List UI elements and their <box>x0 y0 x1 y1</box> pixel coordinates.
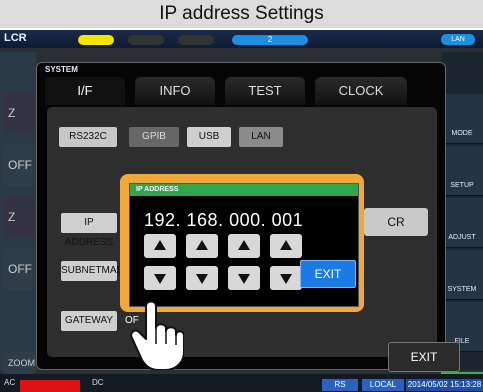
left-button-off-2[interactable]: OFF <box>2 248 36 290</box>
ac-indicator: AC <box>4 378 16 387</box>
arrow-down-icon <box>154 274 166 284</box>
arrow-up-icon <box>196 240 208 250</box>
interface-gpib-button[interactable]: GPIB <box>129 127 179 147</box>
interface-rs232c-button[interactable]: RS232C <box>59 127 117 147</box>
interface-usb-button[interactable]: USB <box>187 127 231 147</box>
left-button-zoom[interactable]: ZOOM <box>2 352 36 374</box>
arrow-up-icon <box>238 240 250 250</box>
left-button-z-2[interactable]: Z <box>2 196 36 238</box>
ip-octet-3-up-button[interactable] <box>228 234 260 258</box>
sidebar-item-system[interactable]: SYSTEM <box>441 250 483 300</box>
tab-info[interactable]: INFO <box>135 77 215 105</box>
device-screen: LCR 2 LAN Z OFF Z OFF ZOOM MODE SETUP AD… <box>0 30 483 392</box>
ip-octet-3-down-button[interactable] <box>228 266 260 290</box>
ip-dialog-title: IP ADDRESS <box>130 184 358 196</box>
right-sidebar: MODE SETUP ADJUST SYSTEM FILE G <box>441 52 483 392</box>
interface-lan-button[interactable]: LAN <box>239 127 283 147</box>
page-caption: IP address Settings <box>0 0 483 28</box>
ip-octet-1-down-button[interactable] <box>144 266 176 290</box>
hand-pointer-icon <box>130 300 184 370</box>
arrow-up-icon <box>280 240 292 250</box>
top-status-bar: LCR 2 LAN <box>0 30 483 48</box>
sidebar-item-mode[interactable]: MODE <box>441 94 483 144</box>
ip-dialog-exit-button[interactable]: EXIT <box>300 260 356 288</box>
arrow-up-icon <box>154 240 166 250</box>
ip-octet-1-up-button[interactable] <box>144 234 176 258</box>
sidebar-item-adjust[interactable]: ADJUST <box>441 198 483 248</box>
left-panel: Z OFF Z OFF ZOOM <box>0 52 36 374</box>
ip-address-dialog: IP ADDRESS 192. 168. 000. 001 EXIT <box>129 183 359 307</box>
local-indicator: LOCAL <box>362 379 404 391</box>
lan-badge: LAN <box>441 34 475 45</box>
system-title: SYSTEM <box>45 65 78 74</box>
system-exit-button[interactable]: EXIT <box>388 342 460 372</box>
indicator-2 <box>178 35 214 45</box>
left-button-z[interactable]: Z <box>2 92 36 134</box>
ip-octet-4-up-button[interactable] <box>270 234 302 258</box>
datetime-display: 2014/05/02 15:13:28 <box>406 379 483 391</box>
channel-indicator: 2 <box>232 35 308 45</box>
ip-address-value: 192. 168. 000. 001 <box>144 210 304 230</box>
ac-level-bar <box>20 380 80 392</box>
arrow-down-icon <box>238 274 250 284</box>
sidebar-item-setup[interactable]: SETUP <box>441 146 483 196</box>
left-button-off[interactable]: OFF <box>2 144 36 186</box>
ip-octet-4-down-button[interactable] <box>270 266 302 290</box>
ip-octet-2-up-button[interactable] <box>186 234 218 258</box>
cr-button[interactable]: CR <box>364 208 428 236</box>
indicator-1 <box>128 35 164 45</box>
ip-octet-2-down-button[interactable] <box>186 266 218 290</box>
tab-test[interactable]: TEST <box>225 77 305 105</box>
ip-dialog-highlight: IP ADDRESS 192. 168. 000. 001 EXIT <box>120 174 364 312</box>
arrow-down-icon <box>280 274 292 284</box>
tab-clock[interactable]: CLOCK <box>315 77 407 105</box>
mode-label: LCR <box>4 32 27 44</box>
system-tabs: I/F INFO TEST CLOCK <box>37 77 445 105</box>
subnet-mask-button[interactable]: SUBNETMASK <box>61 261 130 281</box>
dc-indicator: DC <box>92 378 104 387</box>
gateway-button[interactable]: GATEWAY <box>61 311 117 331</box>
rs-indicator: RS <box>322 379 358 391</box>
tab-if[interactable]: I/F <box>45 77 125 105</box>
arrow-down-icon <box>196 274 208 284</box>
bottom-status-bar: AC DC RS LOCAL 2014/05/02 15:13:28 <box>0 374 483 392</box>
ip-address-button[interactable]: IP ADDRESS <box>61 213 117 248</box>
yellow-indicator <box>78 35 114 45</box>
